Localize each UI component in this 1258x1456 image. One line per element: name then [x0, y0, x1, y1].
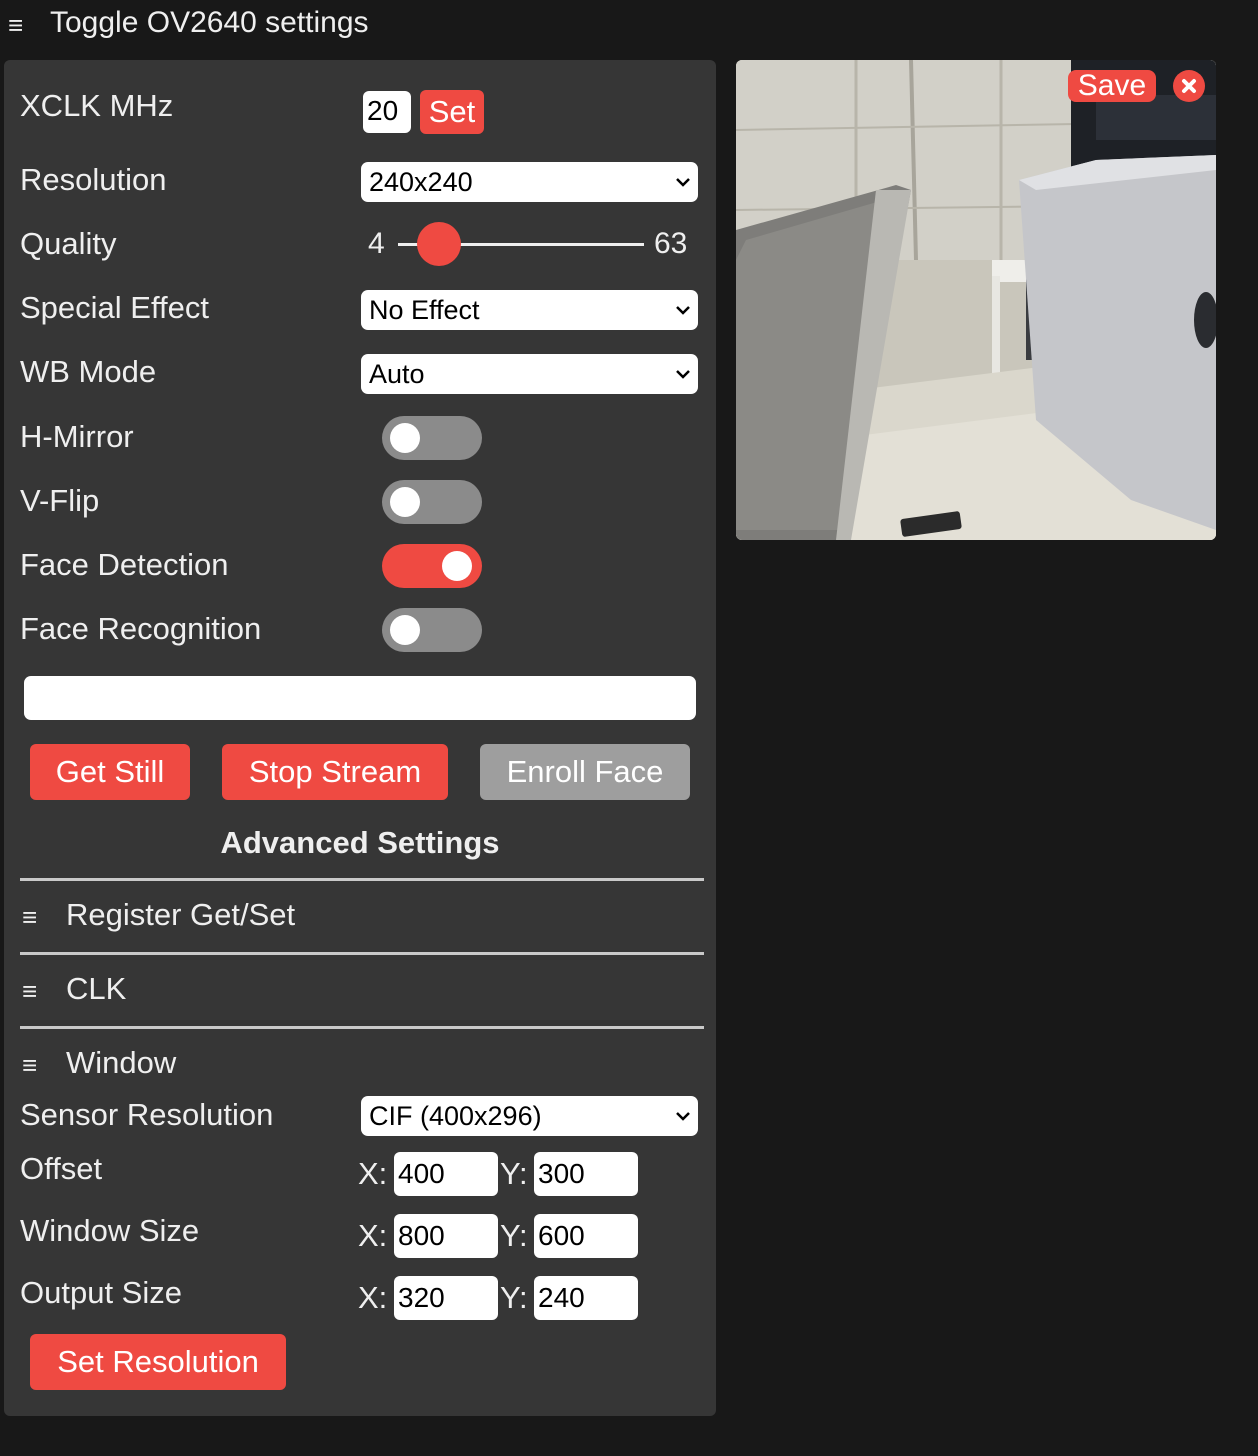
window-size-label: Window Size: [20, 1213, 200, 1248]
xclk-input[interactable]: 20: [363, 91, 411, 133]
wb-mode-label: WB Mode: [20, 354, 157, 389]
sensor-resolution-label: Sensor Resolution: [20, 1097, 274, 1132]
hamburger-icon[interactable]: ≡: [22, 1052, 37, 1078]
special-effect-label: Special Effect: [20, 290, 209, 325]
output-size-y-label: Y:: [500, 1280, 528, 1315]
special-effect-value: No Effect: [369, 295, 480, 325]
top-bar: ≡ Toggle OV2640 settings: [0, 0, 1258, 52]
face-recognition-label: Face Recognition: [20, 611, 262, 646]
window-size-y-input[interactable]: 600: [534, 1214, 638, 1258]
offset-y-label: Y:: [500, 1156, 528, 1191]
wb-mode-value: Auto: [369, 359, 425, 389]
set-resolution-button[interactable]: Set Resolution: [30, 1334, 286, 1390]
v-flip-label: V-Flip: [20, 483, 100, 518]
settings-panel: XCLK MHz 20 Set Resolution 240x240 Quali…: [4, 60, 716, 1416]
window-section-toggle[interactable]: Window: [66, 1045, 176, 1081]
quality-label: Quality: [20, 226, 117, 261]
hamburger-icon[interactable]: ≡: [22, 978, 37, 1004]
h-mirror-label: H-Mirror: [20, 419, 134, 454]
face-name-input[interactable]: [24, 676, 696, 720]
stop-stream-button[interactable]: Stop Stream: [222, 744, 448, 800]
toggle-knob: [390, 487, 420, 517]
wb-mode-select[interactable]: Auto: [361, 354, 698, 394]
h-mirror-toggle[interactable]: [382, 416, 482, 460]
window-size-x-label: X:: [358, 1218, 388, 1253]
output-size-label: Output Size: [20, 1275, 182, 1310]
resolution-select[interactable]: 240x240: [361, 162, 698, 202]
quality-slider-thumb[interactable]: [417, 222, 461, 266]
output-size-x-input[interactable]: 320: [394, 1276, 498, 1320]
enroll-face-button[interactable]: Enroll Face: [480, 744, 690, 800]
sensor-resolution-value: CIF (400x296): [369, 1101, 542, 1131]
face-detection-label: Face Detection: [20, 547, 229, 582]
divider: [20, 1026, 704, 1029]
hamburger-icon[interactable]: ≡: [22, 904, 37, 930]
offset-x-input[interactable]: 400: [394, 1152, 498, 1196]
resolution-label: Resolution: [20, 162, 167, 197]
output-size-y-input[interactable]: 240: [534, 1276, 638, 1320]
advanced-settings-heading: Advanced Settings: [220, 825, 500, 860]
close-icon[interactable]: [1173, 70, 1205, 102]
page-title[interactable]: Toggle OV2640 settings: [50, 4, 369, 42]
special-effect-select[interactable]: No Effect: [361, 290, 698, 330]
quality-min-label: 4: [368, 227, 385, 260]
divider: [20, 878, 704, 881]
clk-section-toggle[interactable]: CLK: [66, 971, 126, 1007]
offset-y-input[interactable]: 300: [534, 1152, 638, 1196]
chevron-down-icon: [676, 1112, 690, 1121]
divider: [20, 952, 704, 955]
v-flip-toggle[interactable]: [382, 480, 482, 524]
window-size-x-input[interactable]: 800: [394, 1214, 498, 1258]
offset-label: Offset: [20, 1151, 103, 1186]
xclk-label: XCLK MHz: [20, 88, 174, 123]
save-button[interactable]: Save: [1068, 70, 1156, 102]
chevron-down-icon: [676, 370, 690, 379]
hamburger-icon[interactable]: ≡: [8, 12, 23, 38]
resolution-value: 240x240: [369, 167, 473, 197]
toggle-knob: [442, 551, 472, 581]
camera-stream: Save: [736, 60, 1216, 540]
stream-image: [736, 60, 1216, 540]
sensor-resolution-select[interactable]: CIF (400x296): [361, 1096, 698, 1136]
face-recognition-toggle[interactable]: [382, 608, 482, 652]
get-still-button[interactable]: Get Still: [30, 744, 190, 800]
chevron-down-icon: [676, 306, 690, 315]
register-section-toggle[interactable]: Register Get/Set: [66, 897, 295, 933]
quality-max-label: 63: [654, 227, 688, 260]
output-size-x-label: X:: [358, 1280, 388, 1315]
xclk-set-button[interactable]: Set: [420, 90, 484, 134]
close-x-glyph: [1182, 79, 1196, 93]
face-detection-toggle[interactable]: [382, 544, 482, 588]
toggle-knob: [390, 615, 420, 645]
offset-x-label: X:: [358, 1156, 388, 1191]
window-size-y-label: Y:: [500, 1218, 528, 1253]
toggle-knob: [390, 423, 420, 453]
chevron-down-icon: [676, 178, 690, 187]
